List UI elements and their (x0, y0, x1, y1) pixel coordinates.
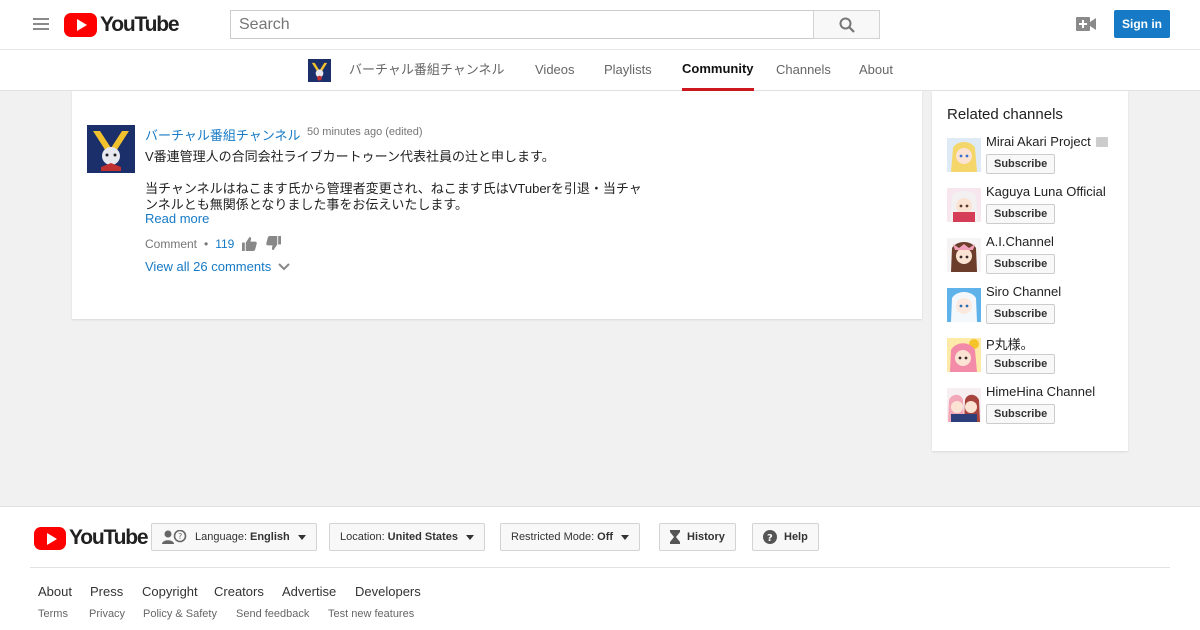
location-value: United States (387, 531, 458, 543)
related-channel-name[interactable]: P丸様。 (986, 334, 1034, 353)
language-icon: ? (162, 530, 187, 544)
related-channel-name-text: Mirai Akari Project (986, 134, 1091, 149)
subscribe-button[interactable]: Subscribe (986, 204, 1056, 224)
language-picker-button[interactable]: ? Language: English (151, 523, 317, 551)
restricted-mode-button[interactable]: Restricted Mode: Off (500, 523, 641, 551)
related-channel-item: A.I.Channel Subscribe (947, 234, 1122, 274)
related-channel-name[interactable]: Kaguya Luna Official (986, 184, 1106, 199)
related-channel-name[interactable]: HimeHina Channel (986, 384, 1095, 399)
language-label: Language: (195, 531, 247, 543)
related-channel-item: P丸様。 Subscribe (947, 334, 1122, 374)
logo-text: YouTube (100, 13, 180, 36)
youtube-logo[interactable]: YouTube (64, 12, 180, 38)
search-button[interactable] (813, 10, 880, 39)
chevron-down-icon (278, 262, 290, 270)
upload-video-icon[interactable] (1076, 16, 1096, 32)
related-channels-title: Related channels (947, 106, 1063, 123)
verified-icon (1095, 137, 1108, 147)
footer-link-policy-safety[interactable]: Policy & Safety (143, 608, 217, 620)
subscribe-button[interactable]: Subscribe (986, 354, 1056, 374)
language-value: English (250, 531, 290, 543)
svg-text:?: ? (178, 532, 182, 541)
related-channel-name[interactable]: Siro Channel (986, 284, 1061, 299)
history-label: History (687, 531, 725, 543)
footer-youtube-logo[interactable]: YouTube (34, 526, 149, 550)
like-count: 119 (215, 237, 235, 251)
post-text-line: V番連管理人の合同会社ライブカートゥーン代表社員の辻と申します。 (145, 149, 555, 164)
search-input[interactable] (230, 10, 814, 39)
help-icon: ? (763, 530, 777, 544)
menu-icon[interactable] (33, 18, 49, 32)
tab-playlists[interactable]: Playlists (604, 50, 652, 91)
view-all-comments-link[interactable]: View all 26 comments (145, 259, 290, 274)
post-author-link[interactable]: バーチャル番組チャンネル (145, 125, 300, 144)
restricted-value: Off (597, 531, 614, 543)
help-button[interactable]: ? Help (752, 523, 819, 551)
tab-about[interactable]: About (859, 50, 893, 91)
search-icon (839, 17, 855, 33)
related-channel-thumbnail[interactable] (947, 188, 981, 222)
footer-link-test-features[interactable]: Test new features (328, 608, 414, 620)
community-post: バーチャル番組チャンネル 50 minutes ago (edited) V番連… (72, 91, 922, 319)
caret-down-icon (297, 534, 306, 540)
related-channel-thumbnail[interactable] (947, 388, 981, 422)
post-author-avatar[interactable] (87, 125, 135, 173)
thumbs-up-icon[interactable] (242, 236, 258, 252)
sign-in-button[interactable]: Sign in (1114, 10, 1170, 38)
play-logo-icon (64, 13, 97, 37)
subscribe-button[interactable]: Subscribe (986, 304, 1056, 324)
help-label: Help (784, 531, 808, 543)
related-channel-item: Siro Channel Subscribe (947, 284, 1122, 324)
related-channel-item: Kaguya Luna Official Subscribe (947, 184, 1122, 224)
related-channel-thumbnail[interactable] (947, 288, 981, 322)
related-channel-item: HimeHina Channel Subscribe (947, 384, 1122, 424)
related-channels-panel: Related channels Mirai Akari Project Sub… (932, 91, 1128, 451)
footer-link-terms[interactable]: Terms (38, 608, 68, 620)
related-channel-thumbnail[interactable] (947, 238, 981, 272)
view-all-label: View all 26 comments (145, 259, 272, 274)
post-timestamp[interactable]: 50 minutes ago (edited) (307, 126, 423, 138)
footer-link-advertise[interactable]: Advertise (282, 584, 336, 599)
footer-link-copyright[interactable]: Copyright (142, 584, 198, 599)
caret-down-icon (465, 534, 474, 540)
related-channel-name[interactable]: A.I.Channel (986, 234, 1054, 249)
related-channel-name[interactable]: Mirai Akari Project (986, 134, 1108, 149)
masthead: YouTube Sign in (0, 0, 1200, 50)
location-label: Location: (340, 531, 385, 543)
location-picker-button[interactable]: Location: United States (329, 523, 485, 551)
thumbs-down-icon[interactable] (266, 236, 282, 252)
restricted-label: Restricted Mode: (511, 531, 595, 543)
channel-nav-name[interactable]: バーチャル番組チャンネル (349, 50, 504, 91)
subscribe-button[interactable]: Subscribe (986, 404, 1056, 424)
separator-dot: • (204, 237, 209, 251)
footer-link-creators[interactable]: Creators (214, 584, 264, 599)
subscribe-button[interactable]: Subscribe (986, 254, 1056, 274)
footer-link-press[interactable]: Press (90, 584, 123, 599)
channel-nav: バーチャル番組チャンネル Videos Playlists Community … (0, 50, 1200, 91)
tab-channels[interactable]: Channels (776, 50, 831, 91)
related-channel-thumbnail[interactable] (947, 138, 981, 172)
history-button[interactable]: History (659, 523, 736, 551)
read-more-link[interactable]: Read more (145, 211, 209, 226)
tab-videos[interactable]: Videos (535, 50, 575, 91)
related-channel-item: Mirai Akari Project Subscribe (947, 134, 1122, 174)
channel-thumbnail[interactable] (308, 59, 331, 82)
caret-down-icon (621, 534, 630, 540)
related-channel-thumbnail[interactable] (947, 338, 981, 372)
footer-divider (30, 567, 1170, 568)
svg-text:?: ? (767, 533, 773, 544)
subscribe-button[interactable]: Subscribe (986, 154, 1056, 174)
footer-link-privacy[interactable]: Privacy (89, 608, 125, 620)
play-logo-icon (34, 526, 66, 550)
tab-community[interactable]: Community (682, 50, 754, 91)
footer-link-developers[interactable]: Developers (355, 584, 421, 599)
post-action-bar: Comment • 119 (145, 236, 290, 252)
hourglass-icon (670, 530, 680, 544)
footer-link-send-feedback[interactable]: Send feedback (236, 608, 309, 620)
footer: YouTube ? Language: English Location: Unit… (0, 506, 1200, 630)
footer-link-about[interactable]: About (38, 584, 72, 599)
comment-button[interactable]: Comment (145, 237, 197, 251)
footer-logo-text: YouTube (69, 526, 149, 549)
